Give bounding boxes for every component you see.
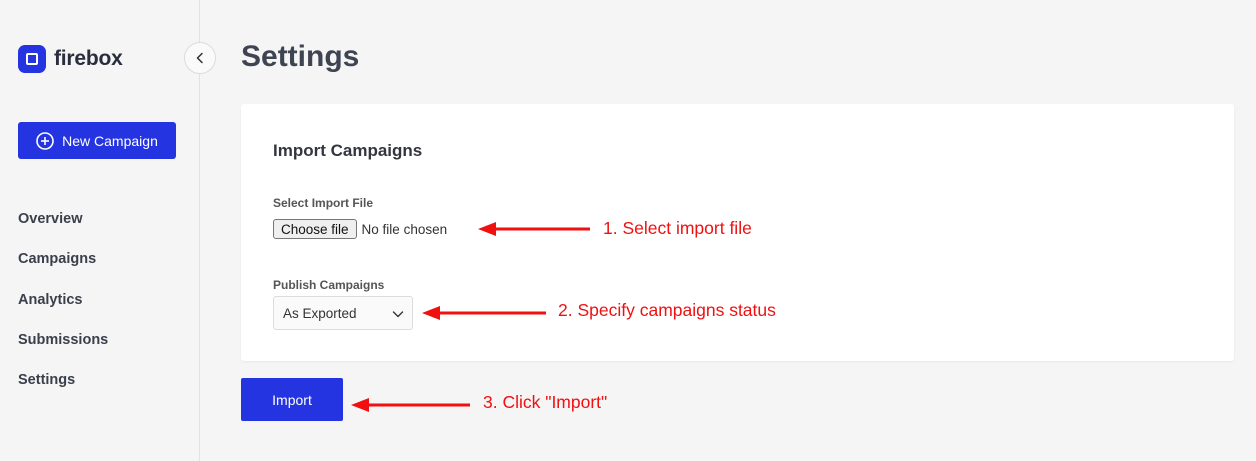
card-title: Import Campaigns xyxy=(273,141,423,160)
logo-icon xyxy=(18,45,46,73)
sidebar-item-overview[interactable]: Overview xyxy=(18,209,108,249)
sidebar-nav: Overview Campaigns Analytics Submissions… xyxy=(18,209,108,410)
sidebar: firebox New Campaign Overview Campaigns … xyxy=(0,0,200,461)
annotation-step-3: 3. Click "Import" xyxy=(483,392,608,412)
logo-text: firebox xyxy=(54,47,123,70)
plus-circle-icon xyxy=(36,131,54,150)
publish-select[interactable]: As Exported xyxy=(273,296,413,330)
chevron-left-icon xyxy=(196,52,203,64)
file-field-label: Select Import File xyxy=(273,196,374,210)
sidebar-item-campaigns[interactable]: Campaigns xyxy=(18,249,108,289)
annotation-step-1: 1. Select import file xyxy=(603,218,752,238)
sidebar-item-submissions[interactable]: Submissions xyxy=(18,330,108,370)
logo[interactable]: firebox xyxy=(18,45,123,73)
arrow-left-icon xyxy=(478,222,590,236)
choose-file-button[interactable]: Choose file xyxy=(273,219,357,239)
annotation-step-2: 2. Specify campaigns status xyxy=(558,300,776,320)
file-input: Choose file No file chosen xyxy=(273,219,447,239)
file-status: No file chosen xyxy=(361,221,448,237)
publish-select-value: As Exported xyxy=(283,305,357,321)
sidebar-item-settings[interactable]: Settings xyxy=(18,370,108,410)
arrow-left-icon xyxy=(351,398,470,412)
publish-field-label: Publish Campaigns xyxy=(273,278,385,292)
collapse-sidebar-button[interactable] xyxy=(184,42,216,74)
new-campaign-label: New Campaign xyxy=(62,132,158,149)
new-campaign-button[interactable]: New Campaign xyxy=(18,122,176,159)
chevron-down-icon xyxy=(392,311,404,318)
sidebar-item-analytics[interactable]: Analytics xyxy=(18,290,108,330)
arrow-left-icon xyxy=(422,306,546,320)
page-title: Settings xyxy=(241,40,360,73)
import-button[interactable]: Import xyxy=(241,378,343,421)
